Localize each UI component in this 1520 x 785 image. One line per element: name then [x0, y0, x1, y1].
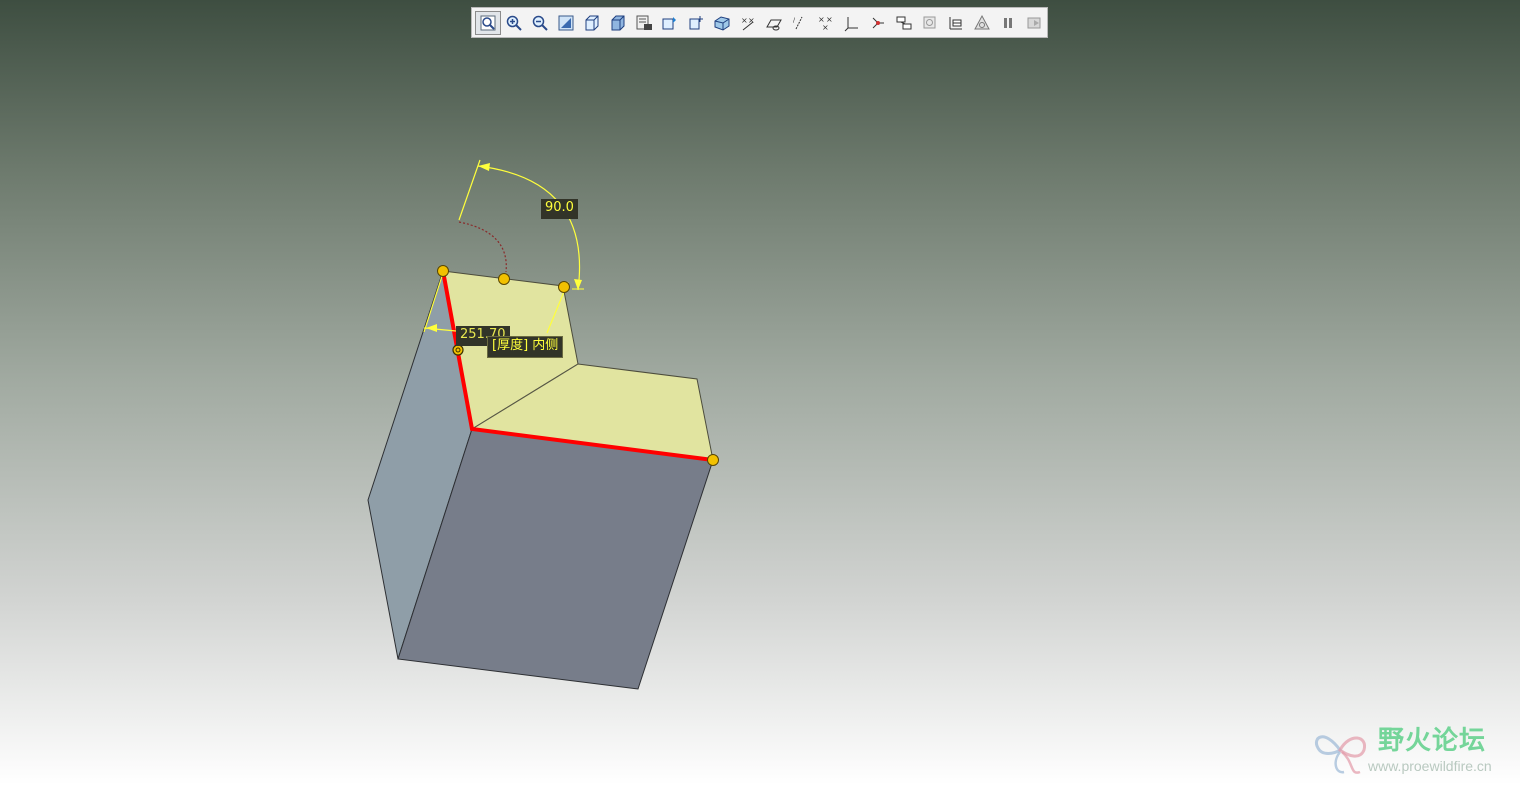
zoom-in-icon: [505, 14, 523, 32]
datum-planes-icon: [765, 14, 783, 32]
datum-points-button[interactable]: × × ×: [813, 11, 839, 35]
zoom-out-icon: [531, 14, 549, 32]
svg-text:×: ×: [822, 23, 829, 32]
connections-icon: [869, 14, 887, 32]
mass-properties-button[interactable]: [969, 11, 995, 35]
svg-text:/: /: [793, 17, 796, 24]
coordinate-systems-icon: [843, 14, 861, 32]
thickness-side-tag[interactable]: [厚度] 内侧: [487, 336, 564, 358]
view-toolbar: × × / × × ×: [471, 7, 1048, 38]
view-manager-icon: [635, 14, 653, 32]
repaint-icon: [557, 14, 575, 32]
thickness-direction-handle[interactable]: [452, 344, 464, 356]
pause-button[interactable]: [995, 11, 1021, 35]
drag-handle-corner[interactable]: [437, 265, 449, 277]
coordinate-systems-button[interactable]: [839, 11, 865, 35]
exit-preview-button[interactable]: [1021, 11, 1047, 35]
zoom-out-button[interactable]: [527, 11, 553, 35]
watermark-url: www.proewildfire.cn: [1368, 758, 1492, 774]
drag-handle-end[interactable]: [707, 454, 719, 466]
forum-watermark: 野火论坛 www.proewildfire.cn: [1310, 718, 1515, 778]
butterfly-logo-icon: [1315, 735, 1367, 774]
angle-arrow-end: [574, 279, 582, 290]
spin-center-button[interactable]: [683, 11, 709, 35]
angle-arrow-start: [478, 163, 490, 171]
refit-button[interactable]: [475, 10, 501, 35]
appearance-icon: [713, 14, 731, 32]
saved-views-button[interactable]: [579, 11, 605, 35]
repaint-button[interactable]: [553, 11, 579, 35]
exit-preview-icon: [1025, 14, 1043, 32]
drag-handle-midpoint[interactable]: [498, 273, 510, 285]
datum-points-icon: × × ×: [817, 14, 835, 32]
angle-dimension-label[interactable]: 90.0: [541, 199, 578, 219]
spin-center-icon: [687, 14, 705, 32]
drag-handle-angle[interactable]: [558, 281, 570, 293]
datum-axes-button[interactable]: /: [787, 11, 813, 35]
annotations-button[interactable]: [891, 11, 917, 35]
svg-text:×: ×: [741, 16, 748, 25]
spin-center-display-button[interactable]: [917, 11, 943, 35]
datum-display-button[interactable]: × ×: [735, 11, 761, 35]
zoom-in-button[interactable]: [501, 11, 527, 35]
mass-properties-icon: [973, 14, 991, 32]
pause-icon: [999, 14, 1017, 32]
model-viewport[interactable]: [0, 0, 1520, 785]
saved-views-icon: [583, 14, 601, 32]
connections-button[interactable]: [865, 11, 891, 35]
watermark-title: 野火论坛: [1378, 726, 1487, 756]
display-style-icon: [609, 14, 627, 32]
appearance-button[interactable]: [709, 11, 735, 35]
datum-axes-icon: /: [791, 14, 809, 32]
perspective-view-button[interactable]: [657, 11, 683, 35]
datum-display-icon: × ×: [739, 14, 757, 32]
datum-planes-button[interactable]: [761, 11, 787, 35]
spin-center-display-icon: [921, 14, 939, 32]
3d-notes-icon: [947, 14, 965, 32]
3d-notes-button[interactable]: [943, 11, 969, 35]
display-style-button[interactable]: [605, 11, 631, 35]
refit-icon: [479, 14, 497, 32]
perspective-view-icon: [661, 14, 679, 32]
view-manager-button[interactable]: [631, 11, 657, 35]
angle-extension-line-1: [458, 159, 481, 221]
bend-preview-arc: [458, 221, 507, 273]
annotations-icon: [895, 14, 913, 32]
angle-dimension-arc: [477, 165, 581, 291]
